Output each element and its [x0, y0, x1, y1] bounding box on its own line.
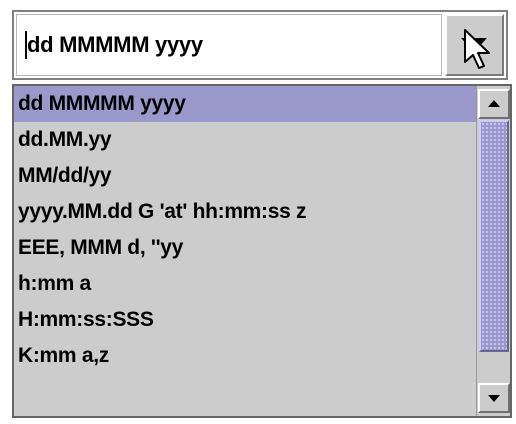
date-format-dropdown-list[interactable]: dd MMMMM yyyy dd.MM.yy MM/dd/yy yyyy.MM.…	[12, 84, 512, 418]
list-item[interactable]: dd.MM.yy	[14, 122, 476, 158]
list-item[interactable]: h:mm a	[14, 266, 476, 302]
date-format-combobox[interactable]: dd MMMMM yyyy	[12, 10, 508, 80]
combobox-arrow-button[interactable]	[445, 14, 504, 76]
list-item[interactable]: MM/dd/yy	[14, 158, 476, 194]
scrollbar-thumb[interactable]	[479, 120, 509, 352]
scroll-down-button[interactable]	[478, 383, 510, 413]
combobox-selected-value: dd MMMMM yyyy	[27, 32, 203, 57]
list-item[interactable]: dd MMMMM yyyy	[14, 86, 476, 122]
list-item[interactable]: EEE, MMM d, ''yy	[14, 230, 476, 266]
list-item[interactable]: K:mm a,z	[14, 338, 476, 374]
combobox-editor-field[interactable]: dd MMMMM yyyy	[16, 14, 442, 76]
arrow-up-icon	[488, 100, 500, 107]
list-item[interactable]: yyyy.MM.dd G 'at' hh:mm:ss z	[14, 194, 476, 230]
mouse-pointer-icon	[464, 29, 490, 69]
dropdown-items: dd MMMMM yyyy dd.MM.yy MM/dd/yy yyyy.MM.…	[14, 86, 476, 416]
vertical-scrollbar[interactable]	[476, 86, 510, 416]
list-item[interactable]: H:mm:ss:SSS	[14, 302, 476, 338]
scroll-up-button[interactable]	[478, 89, 510, 119]
arrow-down-icon	[488, 395, 500, 402]
